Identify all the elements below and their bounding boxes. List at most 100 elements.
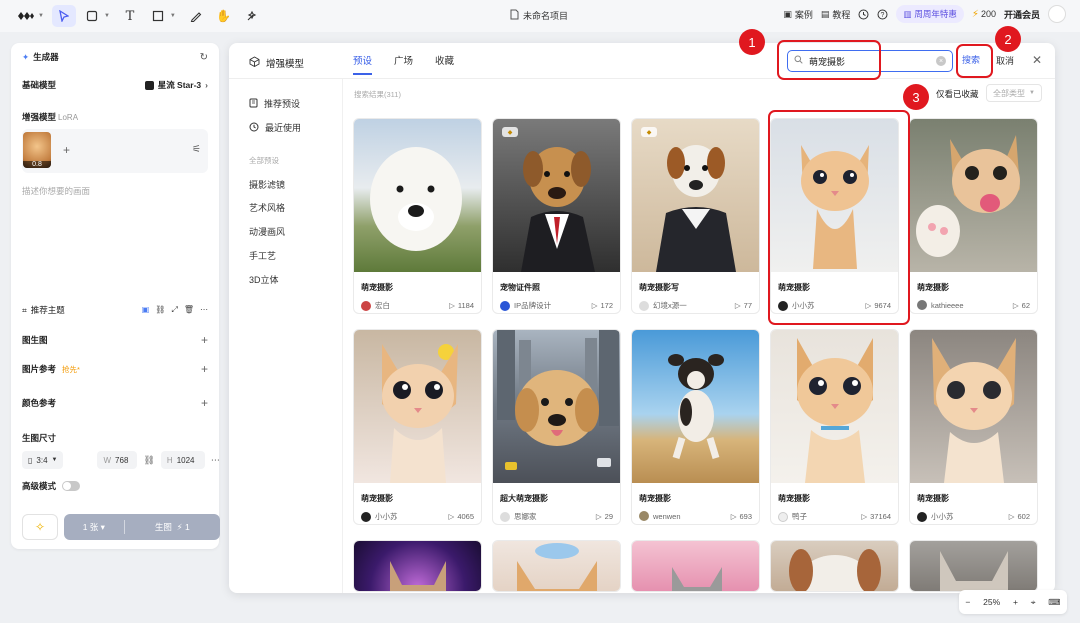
zoom-out-button[interactable]: − — [965, 597, 970, 607]
settings-sliders-icon[interactable]: ⚟ — [192, 144, 201, 155]
preset-card[interactable] — [770, 540, 899, 592]
count-value: 1 张 — [82, 522, 99, 532]
text-tool-icon[interactable]: T — [118, 5, 142, 27]
preset-card[interactable]: 萌宠摄影 小小苏 ▷ 4065 — [353, 329, 482, 525]
preset-card[interactable]: 萌宠摄影 宏白 ▷ 1184 — [353, 118, 482, 314]
prompt-input[interactable]: 描述你想要的画面 — [22, 185, 90, 197]
more-icon[interactable]: ⋯ — [211, 455, 220, 466]
avatar — [917, 511, 927, 522]
category-3d[interactable]: 3D立体 — [249, 273, 279, 286]
chevron-down-icon[interactable]: ▼ — [104, 13, 110, 19]
chevron-down-icon[interactable]: ▼ — [170, 13, 176, 19]
generator-panel: ✦ 生成器 ↻ 基础模型 星流 Star-3 › 增强模型 LoRA 0.8 +… — [11, 43, 220, 549]
refresh-icon[interactable]: ↻ — [200, 52, 208, 63]
project-title[interactable]: 未命名项目 — [510, 9, 568, 22]
pin-icon: ✧ — [34, 520, 46, 534]
category-anime[interactable]: 动漫画风 — [249, 225, 285, 238]
ratio-selector[interactable]: ▯ 3:4 ▼ — [22, 451, 64, 469]
author-name: IP品牌设计 — [514, 301, 552, 310]
anniversary-badge[interactable]: ▥ 周周年特惠 — [896, 5, 964, 23]
select-tool-icon[interactable] — [51, 5, 76, 27]
file-icon — [510, 9, 519, 22]
add-img2img-button[interactable]: + — [201, 333, 208, 347]
author-name: 宏白 — [375, 301, 390, 310]
category-handcraft[interactable]: 手工艺 — [249, 249, 276, 262]
vip-button[interactable]: 开通会员 — [1004, 8, 1040, 21]
zoom-in-button[interactable]: + — [1013, 597, 1018, 607]
preset-card[interactable]: 萌宠摄影 小小苏 ▷ 602 — [909, 329, 1038, 525]
help-icon[interactable]: ? — [877, 9, 888, 20]
cases-link[interactable]: ▣ 案例 — [783, 8, 813, 21]
uses-count: 693 — [739, 511, 752, 521]
preset-card[interactable]: 超大萌宠摄影 思娜家 ▷ 29 — [492, 329, 621, 525]
card-meta: wenwen ▷ 693 — [639, 511, 752, 521]
close-icon[interactable]: ✕ — [1032, 53, 1042, 67]
add-lora-button[interactable]: + — [63, 143, 70, 157]
bolt-icon: ⚡ — [971, 8, 979, 20]
add-color-reference-button[interactable]: + — [201, 396, 208, 410]
width-key: W — [103, 455, 112, 465]
add-image-reference-button[interactable]: + — [201, 362, 208, 376]
preset-card[interactable]: 萌宠摄影 鸭子 ▷ 37164 — [770, 329, 899, 525]
card-meta: kathieeee ▷ 62 — [917, 300, 1030, 310]
lora-thumbnail[interactable]: 0.8 — [23, 132, 51, 168]
avatar — [639, 511, 649, 521]
play-icon: ▷ — [448, 512, 455, 521]
sidebar-item-recommended[interactable]: 推荐预设 — [249, 97, 300, 110]
preset-card[interactable] — [631, 540, 760, 592]
preset-card[interactable]: 萌宠摄影 kathieeee ▷ 62 — [909, 118, 1038, 314]
count-selector[interactable]: 1 张 ▾ — [64, 521, 124, 533]
type-filter-dropdown[interactable]: 全部类型 ▼ — [986, 84, 1042, 102]
keyboard-icon[interactable]: ⌨ — [1048, 597, 1060, 608]
locate-icon[interactable]: ⌖ — [1031, 597, 1036, 608]
only-favorites-filter[interactable]: 仅看已收藏 — [936, 88, 979, 100]
app-logo-icon[interactable] — [14, 5, 38, 27]
favorite-button[interactable]: ✧ — [22, 514, 58, 540]
trash-icon[interactable]: 🗑 — [184, 305, 194, 315]
frame-tool-icon[interactable] — [80, 5, 104, 27]
preset-card[interactable] — [353, 540, 482, 592]
preset-card[interactable] — [909, 540, 1038, 592]
category-art-style[interactable]: 艺术风格 — [249, 201, 285, 214]
image-icon[interactable]: ▣ — [142, 305, 150, 315]
link-icon[interactable]: ⛓ — [155, 305, 165, 315]
hand-tool-icon[interactable]: ✋ — [212, 5, 236, 27]
width-field[interactable]: W 768 — [97, 451, 138, 469]
height-field[interactable]: H 1024 — [160, 451, 205, 469]
card-meta: 鸭子 ▷ 37164 — [778, 511, 891, 522]
category-photo-filter[interactable]: 摄影滤镜 — [249, 178, 285, 191]
clear-search-icon[interactable]: × — [936, 56, 946, 66]
cancel-button[interactable]: 取消 — [996, 54, 1014, 67]
preset-card[interactable]: 萌宠摄影 wenwen ▷ 693 — [631, 329, 760, 525]
sidebar-item-recent[interactable]: 最近使用 — [249, 121, 301, 134]
preset-card[interactable] — [492, 540, 621, 592]
tutorial-link[interactable]: ▤ 教程 — [821, 8, 851, 21]
sparkle-icon: ✦ — [22, 51, 30, 62]
history-icon[interactable] — [858, 9, 869, 20]
user-avatar[interactable] — [1048, 5, 1066, 23]
magic-tool-icon[interactable] — [240, 5, 264, 27]
uses-count: 1184 — [457, 301, 474, 310]
chevron-down-icon: ▼ — [51, 457, 58, 463]
advanced-mode-toggle[interactable] — [62, 481, 81, 491]
card-name: 萌宠摄影 — [639, 494, 671, 503]
tab-square[interactable]: 广场 — [394, 53, 413, 75]
preset-card[interactable]: ◆ 萌宠摄影写 幻境x源一 ▷ 77 — [631, 118, 760, 314]
preset-card[interactable]: ◆ 宠物证件照 IP品牌设计 ▷ 172 — [492, 118, 621, 314]
generate-button[interactable]: 1 张 ▾ 生图 ⚡ 1 — [64, 514, 220, 540]
uses-count: 62 — [1021, 300, 1030, 310]
chevron-down-icon[interactable]: ▼ — [38, 13, 44, 19]
link-ratio-icon[interactable]: ⛓ — [143, 455, 154, 466]
tab-favorites[interactable]: 收藏 — [435, 53, 454, 75]
enhance-model-label: 增强模型 — [22, 112, 57, 122]
expand-icon[interactable]: ⤢ — [171, 305, 177, 315]
credits-counter[interactable]: ⚡ 200 — [972, 9, 996, 20]
more-icon[interactable]: ⋯ — [200, 305, 208, 315]
play-icon: ▷ — [595, 512, 602, 521]
shape-tool-icon[interactable] — [146, 5, 170, 27]
base-model-selector[interactable]: 星流 Star-3 › — [144, 79, 208, 91]
recommend-topic[interactable]: ⌗ 推荐主题 — [22, 304, 65, 316]
pen-tool-icon[interactable] — [184, 5, 208, 27]
zoom-level[interactable]: 25% — [983, 597, 1000, 607]
tab-presets[interactable]: 预设 — [353, 53, 373, 75]
